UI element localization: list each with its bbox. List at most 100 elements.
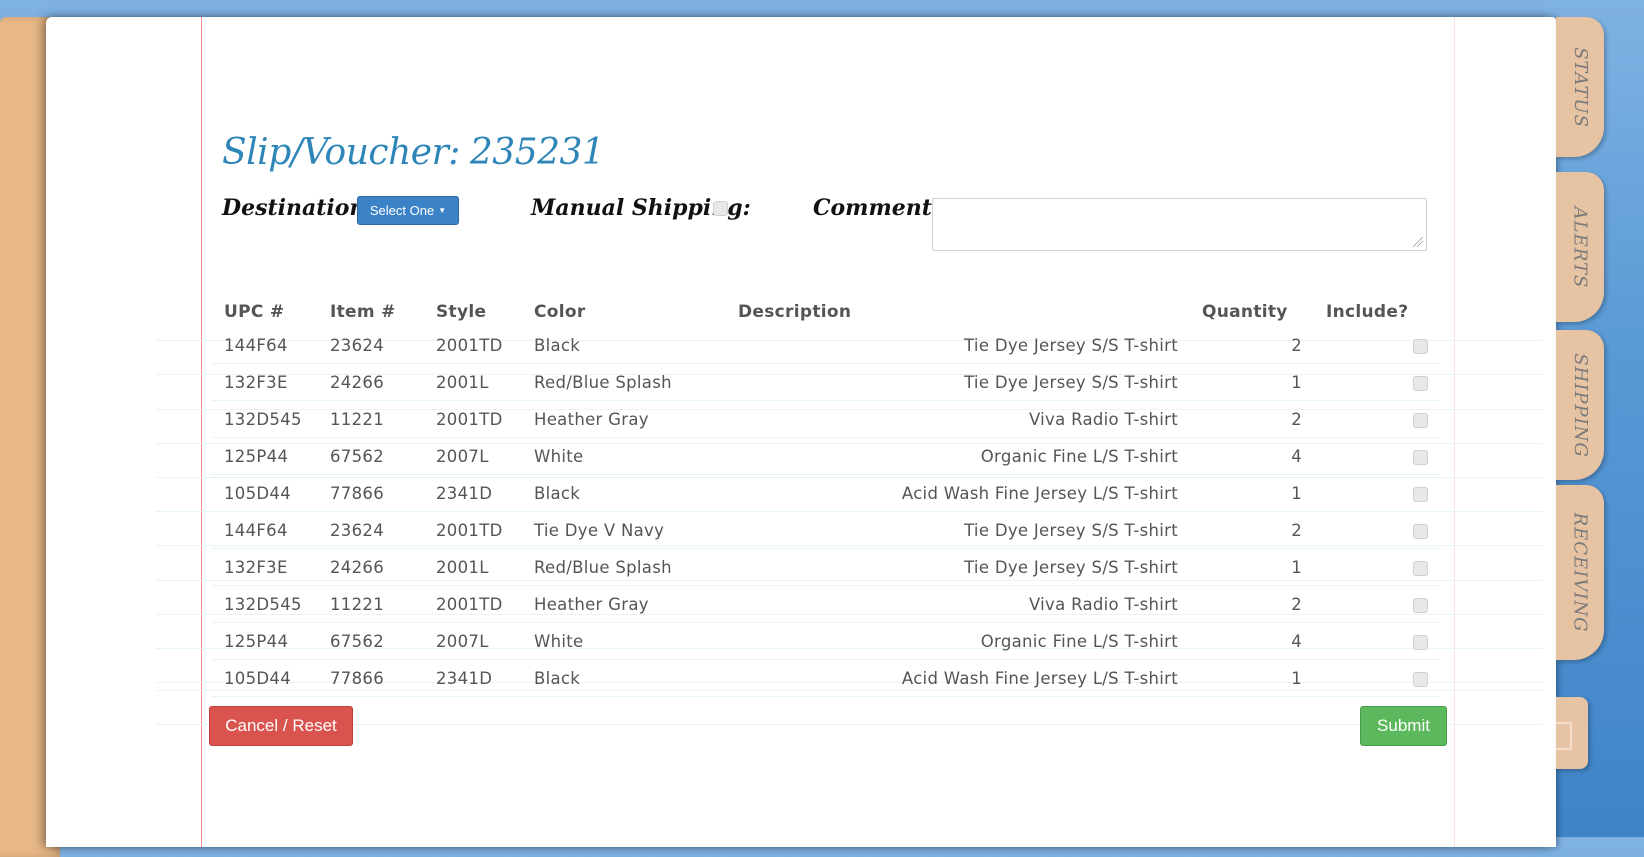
cell-include — [1314, 511, 1440, 549]
cell-item: 67562 — [318, 437, 424, 475]
table-row: 144F64 23624 2001TD Black Tie Dye Jersey S/S… — [212, 327, 1440, 364]
submit-button[interactable]: Submit — [1360, 706, 1447, 746]
cell-include — [1314, 474, 1440, 512]
include-checkbox[interactable] — [1413, 375, 1428, 391]
cell-description: Tie Dye Jersey S/S T-shirt — [726, 327, 1190, 364]
cell-item: 23624 — [318, 327, 424, 364]
include-checkbox[interactable] — [1413, 634, 1428, 650]
table-row: 144F64 23624 2001TD Tie Dye V Navy Tie Dye J… — [212, 511, 1440, 549]
cell-upc: 132F3E — [212, 363, 318, 401]
header-upc: UPC # — [224, 301, 285, 322]
page-title-label: Slip/Voucher: — [222, 132, 460, 173]
cell-style: 2001TD — [424, 327, 522, 364]
cell-color: White — [522, 622, 726, 660]
cell-style: 2341D — [424, 659, 522, 697]
cell-style: 2007L — [424, 437, 522, 475]
cell-description: Tie Dye Jersey S/S T-shirt — [726, 363, 1190, 401]
cell-item: 67562 — [318, 622, 424, 660]
tab-shipping-label: SHIPPING — [1569, 352, 1591, 458]
tab-receiving-label: RECEIVING — [1569, 512, 1591, 633]
right-margin-line — [1454, 17, 1455, 847]
ruled-line — [156, 724, 1542, 725]
cell-quantity: 4 — [1190, 437, 1314, 475]
items-table: UPC # Item # Style Color Description Qua… — [212, 296, 1440, 697]
cell-quantity: 1 — [1190, 659, 1314, 697]
tab-status-label: STATUS — [1569, 46, 1591, 128]
cell-color: White — [522, 437, 726, 475]
include-checkbox[interactable] — [1413, 523, 1428, 539]
cell-style: 2001L — [424, 548, 522, 586]
comments-field[interactable] — [932, 198, 1427, 251]
cell-description: Tie Dye Jersey S/S T-shirt — [726, 511, 1190, 549]
cell-style: 2001TD — [424, 511, 522, 549]
cell-item: 77866 — [318, 659, 424, 697]
cell-color: Heather Gray — [522, 400, 726, 438]
cell-item: 24266 — [318, 363, 424, 401]
include-checkbox[interactable] — [1413, 486, 1428, 502]
cell-quantity: 1 — [1190, 548, 1314, 586]
cell-description: Tie Dye Jersey S/S T-shirt — [726, 548, 1190, 586]
exit-icon — [1556, 722, 1572, 750]
tab-alerts-label: ALERTS — [1569, 206, 1591, 288]
cell-description: Organic Fine L/S T-shirt — [726, 437, 1190, 475]
include-checkbox[interactable] — [1413, 597, 1428, 613]
include-checkbox[interactable] — [1413, 671, 1428, 687]
cell-style: 2341D — [424, 474, 522, 512]
destination-select-label: Select One — [369, 203, 435, 218]
cancel-reset-button[interactable]: Cancel / Reset — [209, 706, 353, 746]
include-checkbox[interactable] — [1413, 412, 1428, 428]
cell-color: Black — [522, 327, 726, 364]
cell-description: Organic Fine L/S T-shirt — [726, 622, 1190, 660]
cell-include — [1314, 327, 1440, 364]
resize-grip-icon[interactable] — [1413, 237, 1423, 247]
cell-style: 2007L — [424, 622, 522, 660]
slip-number: 235231 — [469, 132, 605, 173]
cell-quantity: 4 — [1190, 622, 1314, 660]
cell-item: 11221 — [318, 400, 424, 438]
caret-down-icon: ▼ — [438, 206, 447, 215]
tab-receiving[interactable]: RECEIVING — [1556, 485, 1604, 660]
table-row: 132D545 11221 2001TD Heather Gray Viva Radio… — [212, 585, 1440, 623]
cell-style: 2001TD — [424, 585, 522, 623]
cell-upc: 105D44 — [212, 659, 318, 697]
cell-color: Heather Gray — [522, 585, 726, 623]
cell-color: Red/Blue Splash — [522, 363, 726, 401]
cell-color: Black — [522, 659, 726, 697]
cell-include — [1314, 400, 1440, 438]
table-row: 105D44 77866 2341D Black Acid Wash Fine Jers… — [212, 474, 1440, 512]
manual-shipping-checkbox[interactable] — [713, 201, 728, 216]
tab-alerts[interactable]: ALERTS — [1556, 172, 1604, 322]
header-color: Color — [534, 301, 586, 322]
include-checkbox[interactable] — [1413, 338, 1428, 354]
cell-description: Acid Wash Fine Jersey L/S T-shirt — [726, 474, 1190, 512]
header-quantity: Quantity — [1202, 301, 1288, 322]
cell-style: 2001TD — [424, 400, 522, 438]
tab-status[interactable]: STATUS — [1556, 17, 1604, 157]
include-checkbox[interactable] — [1413, 449, 1428, 465]
header-item: Item # — [330, 301, 396, 322]
cell-style: 2001L — [424, 363, 522, 401]
cell-color: Tie Dye V Navy — [522, 511, 726, 549]
cell-include — [1314, 585, 1440, 623]
table-row: 125P44 67562 2007L White Organic Fine L/S T-… — [212, 622, 1440, 660]
tab-shipping[interactable]: SHIPPING — [1556, 330, 1604, 480]
cell-upc: 125P44 — [212, 437, 318, 475]
destination-select[interactable]: Select One ▼ — [357, 196, 459, 225]
cell-quantity: 2 — [1190, 400, 1314, 438]
include-checkbox[interactable] — [1413, 560, 1428, 576]
cell-include — [1314, 437, 1440, 475]
cell-upc: 105D44 — [212, 474, 318, 512]
cell-quantity: 1 — [1190, 363, 1314, 401]
cell-upc: 144F64 — [212, 511, 318, 549]
cell-description: Viva Radio T-shirt — [726, 400, 1190, 438]
table-row: 105D44 77866 2341D Black Acid Wash Fine Jers… — [212, 659, 1440, 697]
margin-line — [201, 17, 202, 847]
cell-upc: 132D545 — [212, 585, 318, 623]
cell-upc: 144F64 — [212, 327, 318, 364]
table-header-row: UPC # Item # Style Color Description Qua… — [212, 296, 1440, 327]
cell-include — [1314, 548, 1440, 586]
cell-item: 23624 — [318, 511, 424, 549]
cell-include — [1314, 363, 1440, 401]
table-row: 132F3E 24266 2001L Red/Blue Splash Tie Dye J… — [212, 548, 1440, 586]
page-title: Slip/Voucher: 235231 — [222, 132, 605, 173]
